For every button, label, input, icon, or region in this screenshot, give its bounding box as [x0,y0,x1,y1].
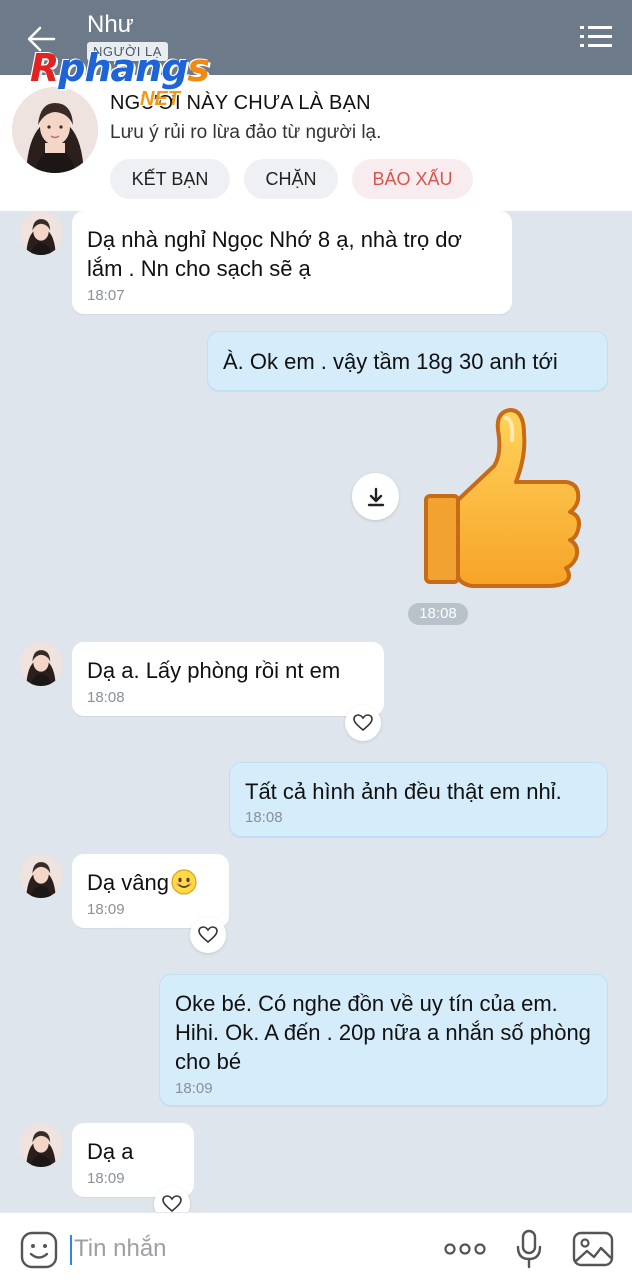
emoji-picker-icon[interactable] [20,1231,58,1269]
heart-icon [162,1195,182,1213]
image-gallery-icon[interactable] [572,1230,614,1268]
message-bubble-incoming[interactable]: Dạ a. Lấy phòng rồi nt em 18:08 [72,642,384,716]
message-time: 18:07 [87,287,125,304]
react-heart-button[interactable] [345,705,381,741]
report-button[interactable]: BÁO XẤU [352,159,473,199]
message-bubble-outgoing[interactable]: À. Ok em . vậy tầm 18g 30 anh tới [207,331,608,391]
sticker-time: 18:08 [408,603,468,625]
message-time: 18:08 [245,809,283,826]
watermark-net: NET [140,88,180,110]
message-time: 18:09 [175,1080,213,1097]
text-caret [70,1235,72,1265]
thumbs-up-sticker[interactable] [420,404,588,589]
smiling-face-emoji-icon [171,869,197,895]
download-button[interactable] [352,473,399,520]
watermark-logo: Rphangs [30,46,210,90]
message-text: Oke bé. Có nghe đồn về uy tín của em. Hi… [175,991,591,1074]
stranger-banner: NGƯỜI NÀY CHƯA LÀ BẠN Lưu ý rủi ro lừa đ… [0,75,632,211]
message-text: Dạ nhà nghỉ Ngọc Nhớ 8 ạ, nhà trọ dơ lắm… [87,227,462,281]
contact-name[interactable]: Như [87,11,134,39]
stranger-warning-subtitle: Lưu ý rủi ro lừa đảo từ người lạ. [110,122,382,143]
message-text: Dạ a [87,1139,134,1164]
message-text: À. Ok em . vậy tầm 18g 30 anh tới [223,349,558,374]
microphone-icon[interactable] [513,1229,545,1269]
block-button[interactable]: CHẶN [244,159,338,199]
message-time: 18:09 [87,901,125,918]
sender-avatar[interactable] [19,642,63,686]
message-input-bar: Tin nhắn [0,1212,632,1280]
sender-avatar[interactable] [19,211,63,255]
message-input[interactable]: Tin nhắn [74,1235,167,1263]
contact-avatar[interactable] [12,87,98,173]
react-heart-button[interactable] [190,917,226,953]
message-bubble-incoming[interactable]: Dạ nhà nghỉ Ngọc Nhớ 8 ạ, nhà trọ dơ lắm… [72,211,512,314]
more-options-icon[interactable] [443,1235,487,1263]
heart-icon [353,714,373,732]
message-text: Tất cả hình ảnh đều thật em nhỉ. [245,779,562,804]
add-friend-button[interactable]: KẾT BẠN [110,159,230,199]
download-icon [367,487,384,506]
heart-icon [198,926,218,944]
message-text: Dạ vâng [87,870,169,895]
message-bubble-outgoing[interactable]: Oke bé. Có nghe đồn về uy tín của em. Hi… [159,974,608,1106]
sender-avatar[interactable] [19,1123,63,1167]
message-text: Dạ a. Lấy phòng rồi nt em [87,658,341,683]
message-bubble-outgoing[interactable]: Tất cả hình ảnh đều thật em nhỉ. 18:08 [229,762,608,837]
menu-icon[interactable] [580,24,612,50]
sender-avatar[interactable] [19,854,63,898]
message-time: 18:08 [87,689,125,706]
